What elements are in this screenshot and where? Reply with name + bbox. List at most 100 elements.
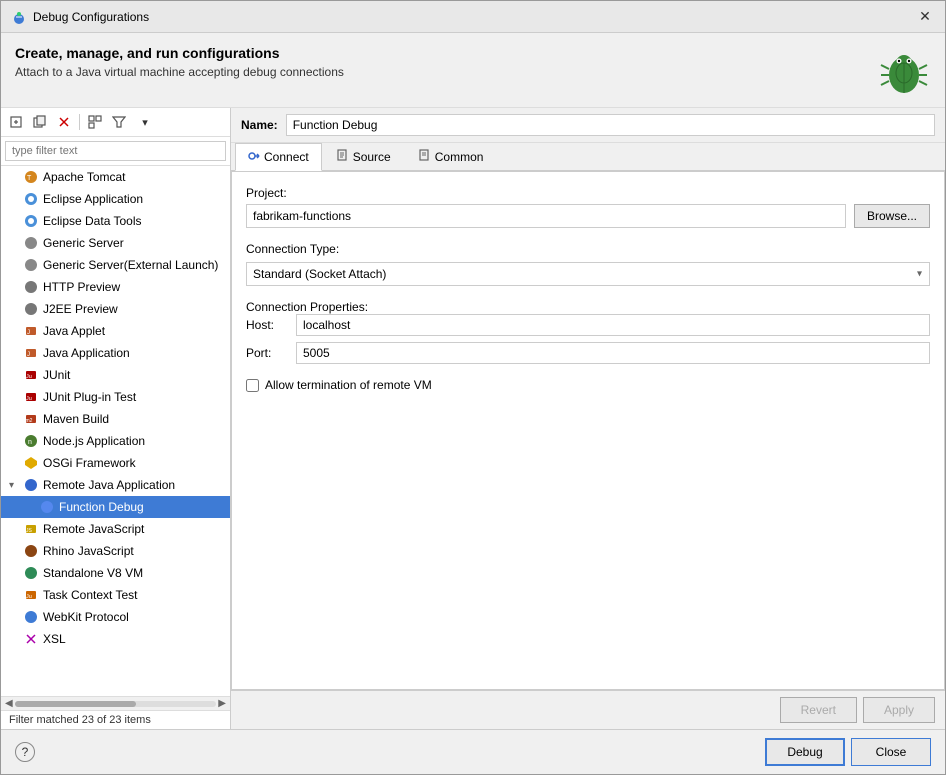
tab-common[interactable]: Common [406,143,497,170]
horizontal-scrollbar[interactable]: ◀ ▶ [1,696,230,710]
help-button[interactable]: ? [15,742,35,762]
main-content: ▾ T Apache Tomcat [1,108,945,729]
debug-button[interactable]: Debug [765,738,845,766]
tree-item-label: Rhino JavaScript [43,544,134,558]
tree-item-label: Remote JavaScript [43,522,144,536]
tree-item-remote-javascript[interactable]: JS Remote JavaScript [1,518,230,540]
tree-item-label: Eclipse Application [43,192,143,206]
tree-item-label: HTTP Preview [43,280,120,294]
tree-item-http-preview[interactable]: HTTP Preview [1,276,230,298]
port-input[interactable] [296,342,930,364]
tree-item-osgi[interactable]: OSGi Framework [1,452,230,474]
title-bar-left: Debug Configurations [11,9,149,25]
tree-item-j2ee-preview[interactable]: J2EE Preview [1,298,230,320]
browse-button[interactable]: Browse... [854,204,930,228]
tree-item-nodejs[interactable]: n Node.js Application [1,430,230,452]
collapse-all-button[interactable] [84,111,106,133]
connection-type-wrapper: Standard (Socket Attach) ▾ [246,262,930,286]
delete-config-button[interactable] [53,111,75,133]
svg-text:Ju: Ju [26,374,32,380]
tree-item-label: Eclipse Data Tools [43,214,142,228]
filter-button[interactable] [108,111,130,133]
tree-item-task-context-test[interactable]: Ju Task Context Test [1,584,230,606]
j2ee-icon [23,301,39,317]
allow-termination-checkbox[interactable] [246,379,259,392]
header-section: Create, manage, and run configurations A… [1,33,945,108]
tree-item-label: JUnit Plug-in Test [43,390,136,404]
nodejs-icon: n [23,433,39,449]
function-debug-icon [39,499,55,515]
connection-props-label: Connection Properties: [246,300,368,314]
tree-item-standalone-v8[interactable]: Standalone V8 VM [1,562,230,584]
header-subtitle: Attach to a Java virtual machine accepti… [15,65,344,79]
project-input[interactable] [246,204,846,228]
svg-text:J: J [27,330,30,336]
scroll-left-button[interactable]: ◀ [3,698,15,709]
footer-bar: ? Debug Close [1,729,945,774]
svg-text:J: J [27,352,30,358]
project-row: Browse... [246,204,930,228]
tree-item-rhino-javascript[interactable]: Rhino JavaScript [1,540,230,562]
title-bar: Debug Configurations ✕ [1,1,945,33]
tomcat-icon: T [23,169,39,185]
tab-common-label: Common [435,150,484,164]
window-title: Debug Configurations [33,10,149,24]
scrollbar-thumb[interactable] [15,701,136,707]
remote-java-icon [23,477,39,493]
tree-item-generic-server-ext[interactable]: Generic Server(External Launch) [1,254,230,276]
duplicate-config-button[interactable] [29,111,51,133]
connection-props-group: Connection Properties: Host: Port: [246,300,930,364]
allow-termination-row: Allow termination of remote VM [246,378,930,392]
tree-item-java-application[interactable]: J Java Application [1,342,230,364]
tab-source[interactable]: Source [324,143,404,170]
svg-text:Ju: Ju [26,594,32,600]
connect-tab-icon [248,150,260,165]
header-title: Create, manage, and run configurations [15,45,344,61]
tree-item-remote-java-app[interactable]: ▾ Remote Java Application [1,474,230,496]
tree-item-eclipse-application[interactable]: Eclipse Application [1,188,230,210]
connection-type-select[interactable]: Standard (Socket Attach) [246,262,930,286]
filter-input[interactable] [5,141,226,161]
tree-item-label: OSGi Framework [43,456,136,470]
allow-termination-label[interactable]: Allow termination of remote VM [265,378,432,392]
rhino-icon [23,543,39,559]
tree-item-function-debug[interactable]: Function Debug [1,496,230,518]
tree-item-webkit-protocol[interactable]: WebKit Protocol [1,606,230,628]
config-area: Project: Browse... Connection Type: Stan… [231,171,945,690]
tree-item-label: J2EE Preview [43,302,118,316]
generic-server-icon [23,235,39,251]
webkit-icon [23,609,39,625]
tree-item-eclipse-data-tools[interactable]: Eclipse Data Tools [1,210,230,232]
tree-item-apache-tomcat[interactable]: T Apache Tomcat [1,166,230,188]
tab-connect[interactable]: Connect [235,143,322,171]
tree-item-generic-server[interactable]: Generic Server [1,232,230,254]
close-button[interactable]: Close [851,738,931,766]
maven-icon: m2 [23,411,39,427]
xsl-icon [23,631,39,647]
svg-text:m2: m2 [26,418,33,424]
tree-item-junit-plugin[interactable]: Ju JUnit Plug-in Test [1,386,230,408]
new-config-button[interactable] [5,111,27,133]
footer-buttons: Debug Close [765,738,931,766]
tree-item-label: Task Context Test [43,588,138,602]
dropdown-button[interactable]: ▾ [134,111,156,133]
left-panel: ▾ T Apache Tomcat [1,108,231,729]
svg-text:JS: JS [26,528,33,534]
host-input[interactable] [296,314,930,336]
port-row: Port: [246,342,930,364]
scroll-right-button[interactable]: ▶ [216,698,228,709]
apply-button[interactable]: Apply [863,697,935,723]
svg-text:Ju: Ju [26,396,32,402]
tree-item-maven-build[interactable]: m2 Maven Build [1,408,230,430]
tree-item-label: Standalone V8 VM [43,566,143,580]
revert-button[interactable]: Revert [780,697,857,723]
task-context-icon: Ju [23,587,39,603]
eclipse-app-icon [23,191,39,207]
tree-item-java-applet[interactable]: J Java Applet [1,320,230,342]
close-window-button[interactable]: ✕ [915,7,935,27]
tree-item-junit[interactable]: Ju JUnit [1,364,230,386]
config-name-input[interactable] [286,114,935,136]
name-label: Name: [241,118,278,132]
name-row: Name: [231,108,945,143]
tree-item-xsl[interactable]: XSL [1,628,230,650]
